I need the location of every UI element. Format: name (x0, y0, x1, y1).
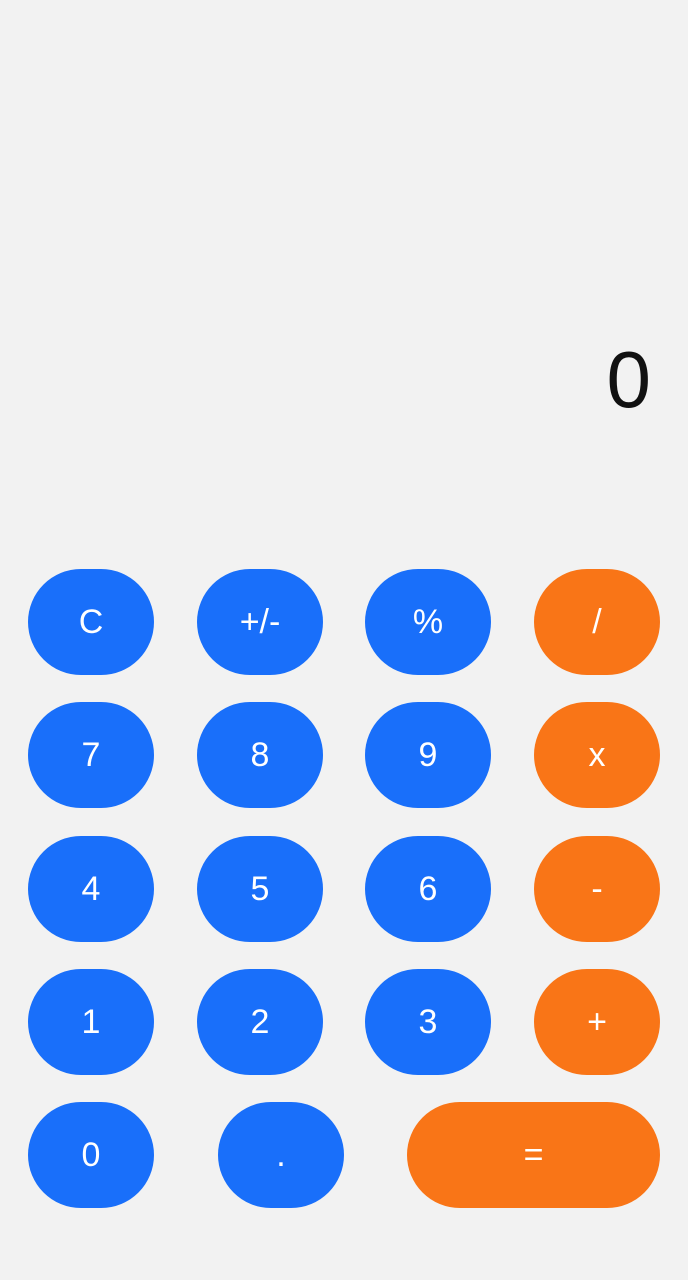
clear-button[interactable]: C (28, 569, 154, 675)
decimal-button[interactable]: . (218, 1102, 344, 1208)
result-display: 0 (606, 335, 652, 424)
digit-7-button[interactable]: 7 (28, 702, 154, 808)
percent-button[interactable]: % (365, 569, 491, 675)
add-button[interactable]: + (534, 969, 660, 1075)
digit-6-button[interactable]: 6 (365, 836, 491, 942)
digit-3-button[interactable]: 3 (365, 969, 491, 1075)
digit-4-button[interactable]: 4 (28, 836, 154, 942)
digit-0-button[interactable]: 0 (28, 1102, 154, 1208)
digit-9-button[interactable]: 9 (365, 702, 491, 808)
digit-8-button[interactable]: 8 (197, 702, 323, 808)
subtract-button[interactable]: - (534, 836, 660, 942)
multiply-button[interactable]: x (534, 702, 660, 808)
digit-2-button[interactable]: 2 (197, 969, 323, 1075)
toggle-sign-button[interactable]: +/- (197, 569, 323, 675)
equals-button[interactable]: = (407, 1102, 660, 1208)
digit-1-button[interactable]: 1 (28, 969, 154, 1075)
digit-5-button[interactable]: 5 (197, 836, 323, 942)
calculator-app: 0 C +/- % / 7 8 9 x 4 5 6 - 1 2 3 + 0 . … (0, 0, 688, 1280)
divide-button[interactable]: / (534, 569, 660, 675)
